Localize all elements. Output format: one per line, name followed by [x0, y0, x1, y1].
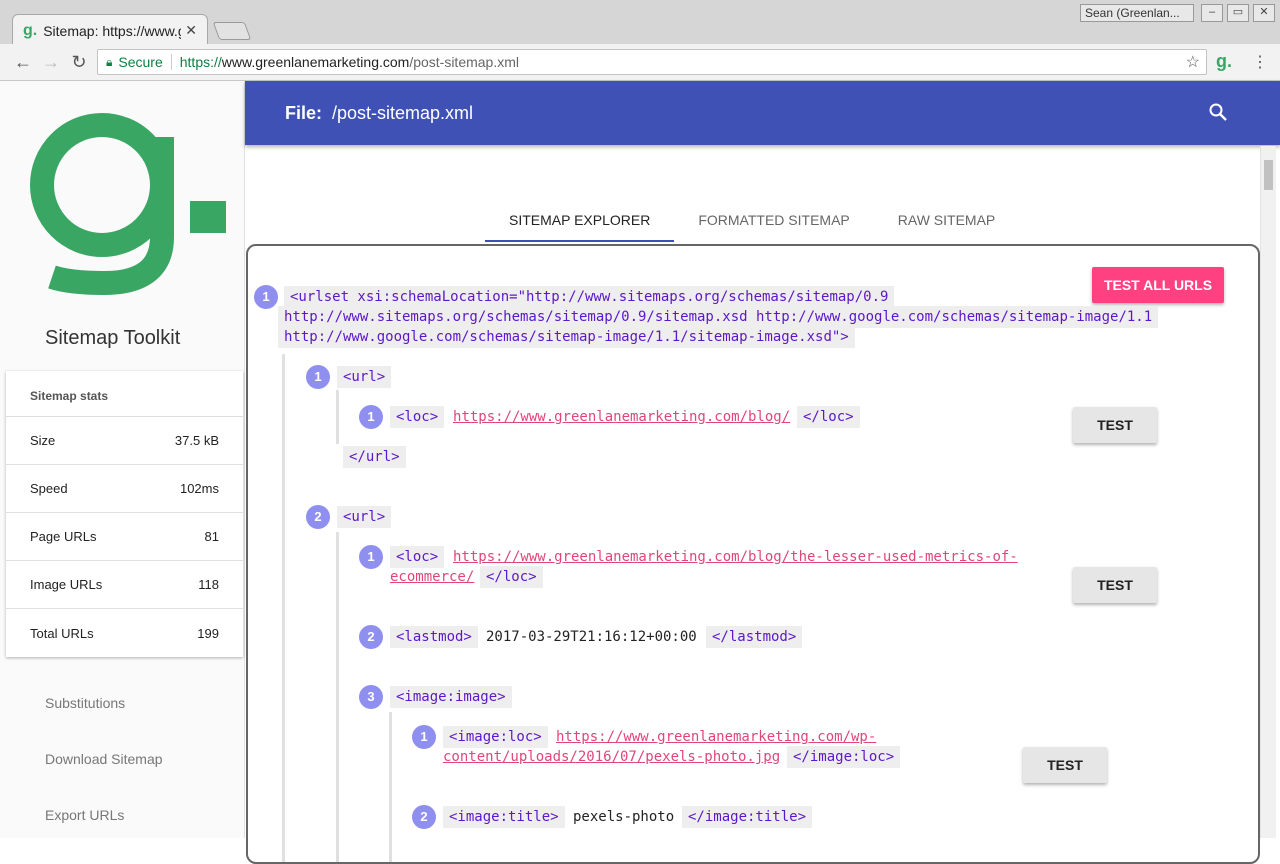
window-titlebar: g. Sitemap: https://www.greenlanemarketi…	[0, 0, 1280, 46]
sidebar: Sitemap Toolkit Sitemap stats Size 37.5 k…	[0, 81, 245, 838]
node-number: 1	[359, 545, 383, 569]
stat-row: Page URLs 81	[6, 513, 243, 561]
secure-label: Secure	[118, 54, 163, 70]
stat-value: 37.5 kB	[174, 433, 219, 448]
image-title-close-tag: </image:title>	[682, 806, 813, 828]
close-tab-icon[interactable]: ✕	[185, 22, 197, 39]
stat-value: 199	[197, 625, 219, 641]
lastmod-close-tag: </lastmod>	[706, 626, 803, 648]
test-button[interactable]: TEST	[1073, 407, 1157, 443]
loc-close-tag: </loc>	[480, 566, 543, 588]
greenlane-favicon-icon: g.	[23, 21, 38, 39]
stat-value: 118	[198, 577, 219, 592]
back-arrow-icon[interactable]: ←	[12, 51, 34, 73]
reload-icon[interactable]: ↻	[68, 51, 90, 73]
tab-title: Sitemap: https://www.greenlanemarketing.…	[43, 22, 181, 39]
node-number: 1	[306, 365, 330, 389]
app-name: Sitemap Toolkit	[45, 327, 181, 349]
divider	[170, 54, 172, 70]
stat-label: Size	[30, 433, 56, 448]
view-tabs: Sitemap Explorer Formatted Sitemap Raw S…	[485, 196, 1019, 242]
tab-raw-sitemap[interactable]: Raw Sitemap	[874, 196, 1020, 242]
test-button[interactable]: TEST	[1073, 567, 1157, 603]
tree-guide	[282, 354, 285, 862]
url-path: /post-sitemap.xml	[409, 54, 520, 70]
maximize-icon[interactable]: ▭	[1227, 4, 1249, 22]
stat-value: 81	[204, 529, 219, 544]
scrollbar-thumb[interactable]	[1264, 160, 1273, 190]
tab-formatted-sitemap[interactable]: Formatted Sitemap	[674, 196, 873, 242]
stat-row: Speed 102ms	[6, 465, 243, 513]
image-loc-tag: <image:loc>	[443, 726, 548, 748]
tree-guide	[389, 712, 392, 862]
node-number: 1	[254, 285, 278, 309]
test-button[interactable]: TEST	[1023, 747, 1107, 783]
node-number: 1	[359, 405, 383, 429]
minimize-icon[interactable]: –	[1201, 4, 1223, 22]
test-all-urls-button[interactable]: TEST ALL URLS	[1092, 267, 1224, 303]
profile-button[interactable]: Sean (Greenlan...	[1080, 4, 1194, 22]
substitutions-link[interactable]: Substitutions	[45, 695, 125, 711]
greenlane-logo-icon	[30, 113, 226, 296]
url-scheme: https://	[179, 54, 222, 70]
urlset-tag: <urlset xsi:schemaLocation="http://www.s…	[284, 286, 895, 308]
url-host: www.greenlanemarketing.com	[221, 54, 410, 70]
stat-row: Image URLs 118	[6, 561, 243, 609]
download-sitemap-link[interactable]: Download Sitemap	[45, 751, 163, 767]
tab-sitemap-explorer[interactable]: Sitemap Explorer	[485, 196, 675, 242]
loc-url-link[interactable]: ecommerce/	[390, 569, 474, 585]
loc-url-link[interactable]: https://www.greenlanemarketing.com/blog/…	[453, 549, 1018, 565]
node-number: 2	[412, 805, 436, 829]
lastmod-tag: <lastmod>	[390, 626, 478, 648]
stat-label: Image URLs	[30, 577, 103, 592]
browser-tab[interactable]: g. Sitemap: https://www.greenlanemarketi…	[12, 14, 208, 46]
loc-url-link[interactable]: https://www.greenlanemarketing.com/blog/	[453, 409, 790, 425]
tree-guide	[336, 532, 339, 862]
image-title-value: pexels-photo	[573, 809, 675, 825]
stat-label: Page URLs	[30, 529, 97, 544]
more-menu-icon[interactable]: ⋮	[1252, 52, 1268, 72]
stat-label: Speed	[30, 481, 68, 496]
node-number: 2	[359, 625, 383, 649]
loc-tag: <loc>	[390, 546, 445, 568]
image-url-link[interactable]: https://www.greenlanemarketing.com/wp-	[556, 729, 876, 745]
new-tab-button[interactable]	[212, 22, 252, 40]
stat-row: Size 37.5 kB	[6, 417, 243, 465]
stats-title: Sitemap stats	[6, 371, 243, 417]
image-tag: <image:image>	[390, 686, 512, 708]
loc-close-tag: </loc>	[797, 406, 860, 428]
urlset-tag: http://www.sitemaps.org/schemas/sitemap/…	[278, 306, 1159, 328]
node-number: 2	[306, 505, 330, 529]
url-tag: <url>	[337, 366, 392, 388]
stat-value: 102ms	[179, 481, 219, 496]
app-header: File: /post-sitemap.xml	[245, 81, 1280, 145]
tree-guide	[336, 390, 339, 444]
export-urls-link[interactable]: Export URLs	[45, 807, 124, 823]
forward-arrow-icon[interactable]: →	[40, 51, 62, 73]
url-tag: <url>	[337, 506, 392, 528]
node-number: 3	[359, 685, 383, 709]
search-icon[interactable]	[1208, 102, 1228, 122]
file-label: File:	[285, 102, 323, 123]
scrollbar[interactable]	[1260, 146, 1276, 838]
node-number: 1	[412, 725, 436, 749]
url-close-tag: </url>	[343, 446, 406, 468]
address-bar[interactable]: 🔒︎ Secure https:// www.greenlanemarketin…	[97, 49, 1207, 75]
lock-icon: 🔒︎	[106, 54, 113, 69]
sitemap-explorer-panel: TEST ALL URLS 1 <urlset xsi:schemaLocati…	[246, 244, 1260, 864]
image-loc-close-tag: </image:loc>	[787, 746, 901, 768]
image-title-tag: <image:title>	[443, 806, 565, 828]
image-url-link[interactable]: content/uploads/2016/07/pexels-photo.jpg	[443, 749, 780, 765]
bookmark-star-icon[interactable]: ☆	[1186, 52, 1200, 72]
close-window-icon[interactable]: ✕	[1253, 4, 1275, 22]
urlset-tag: http://www.google.com/schemas/sitemap-im…	[278, 326, 855, 348]
extension-icon[interactable]: g.	[1216, 51, 1232, 72]
stat-row: Total URLs 199	[6, 609, 243, 657]
file-name: /post-sitemap.xml	[332, 102, 474, 123]
stats-card: Sitemap stats Size 37.5 kB Speed 102ms Pag…	[6, 371, 243, 657]
stat-label: Total URLs	[30, 625, 94, 641]
loc-tag: <loc>	[390, 406, 445, 428]
lastmod-value: 2017-03-29T21:16:12+00:00	[486, 629, 697, 645]
